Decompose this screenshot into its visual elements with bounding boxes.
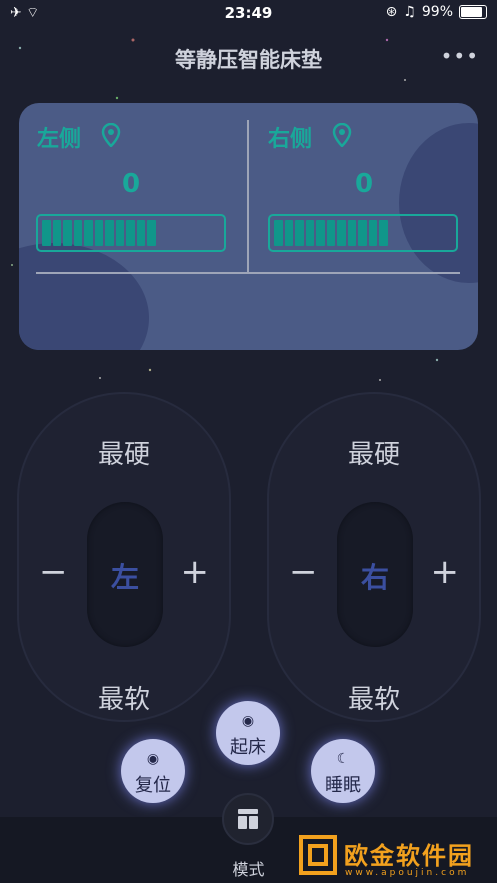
pressure-segment (347, 220, 356, 246)
watermark-logo-icon (299, 835, 337, 875)
watermark-url: www.apoujin.com (345, 868, 470, 878)
pressure-segment (316, 220, 325, 246)
pressure-segment (52, 220, 61, 246)
decor-blob (399, 123, 478, 283)
sleep-label: 睡眠 (325, 775, 361, 796)
pressure-segment (84, 220, 93, 246)
left-plus-button[interactable]: + (181, 552, 210, 592)
divider-vertical (247, 120, 249, 272)
lock-rotation-icon: ⊛ (385, 4, 398, 20)
right-firmness-control: 最硬 − 右 + 最软 (267, 392, 481, 722)
right-plus-button[interactable]: + (431, 552, 460, 592)
decor-blob (19, 243, 149, 350)
pressure-segment (63, 220, 72, 246)
pressure-segment (126, 220, 135, 246)
right-side-indicator: 右 (337, 502, 413, 647)
left-softest-button[interactable]: 最软 (19, 679, 229, 716)
left-hardest-button[interactable]: 最硬 (19, 434, 229, 471)
location-pin-icon (332, 123, 352, 147)
status-right: ⊛ ♫ 99% (386, 4, 487, 20)
battery-percent: 99% (421, 4, 453, 20)
pressure-segment (368, 220, 377, 246)
pressure-segment (42, 220, 51, 246)
right-softest-button[interactable]: 最软 (269, 679, 479, 716)
wake-label: 起床 (230, 737, 266, 758)
status-bar: ✈ ⌔ 23:49 ⊛ ♫ 99% (0, 0, 497, 26)
pressure-segment (305, 220, 314, 246)
pressure-segment (326, 220, 335, 246)
moon-icon: ☾ (336, 751, 350, 767)
headphones-icon: ♫ (403, 4, 416, 20)
battery-icon (459, 5, 487, 19)
pressure-segment (295, 220, 304, 246)
layout-icon (238, 809, 258, 829)
right-side-label: 右侧 (268, 127, 313, 152)
eye-icon: ◉ (241, 713, 255, 729)
pressure-segment (284, 220, 293, 246)
pressure-segment (115, 220, 124, 246)
pressure-segment (94, 220, 103, 246)
wake-button[interactable]: ◉ 起床 (216, 701, 280, 765)
pressure-segment (147, 220, 156, 246)
watermark-text: 欧金软件园 (344, 842, 474, 870)
pressure-segment (358, 220, 367, 246)
pressure-segment (379, 220, 388, 246)
reset-label: 复位 (135, 775, 171, 796)
left-minus-button[interactable]: − (39, 552, 68, 592)
left-pressure-value: 0 (121, 169, 141, 199)
right-minus-button[interactable]: − (289, 552, 318, 592)
left-firmness-control: 最硬 − 左 + 最软 (17, 392, 231, 722)
sleep-button[interactable]: ☾ 睡眠 (311, 739, 375, 803)
location-pin-icon (101, 123, 121, 147)
pressure-segment (337, 220, 346, 246)
pressure-card: 左侧 0 右侧 0 (19, 103, 478, 350)
right-pressure-bar (268, 214, 458, 252)
right-pressure-value: 0 (354, 169, 374, 199)
page-title: 等静压智能床垫 (175, 48, 322, 72)
right-side-text: 右 (360, 561, 389, 594)
pressure-segment (136, 220, 145, 246)
pressure-segment (73, 220, 82, 246)
reset-button[interactable]: ◉ 复位 (121, 739, 185, 803)
eye-icon: ◉ (146, 751, 160, 767)
right-hardest-button[interactable]: 最硬 (269, 434, 479, 471)
pressure-segment (274, 220, 283, 246)
pressure-segment (105, 220, 114, 246)
left-pressure-bar (36, 214, 226, 252)
left-side-indicator: 左 (87, 502, 163, 647)
mode-tab-button[interactable] (222, 793, 274, 845)
more-options-icon[interactable]: ••• (441, 44, 479, 68)
left-side-label: 左侧 (37, 127, 82, 152)
divider-horizontal (36, 272, 460, 274)
left-side-text: 左 (110, 561, 139, 594)
